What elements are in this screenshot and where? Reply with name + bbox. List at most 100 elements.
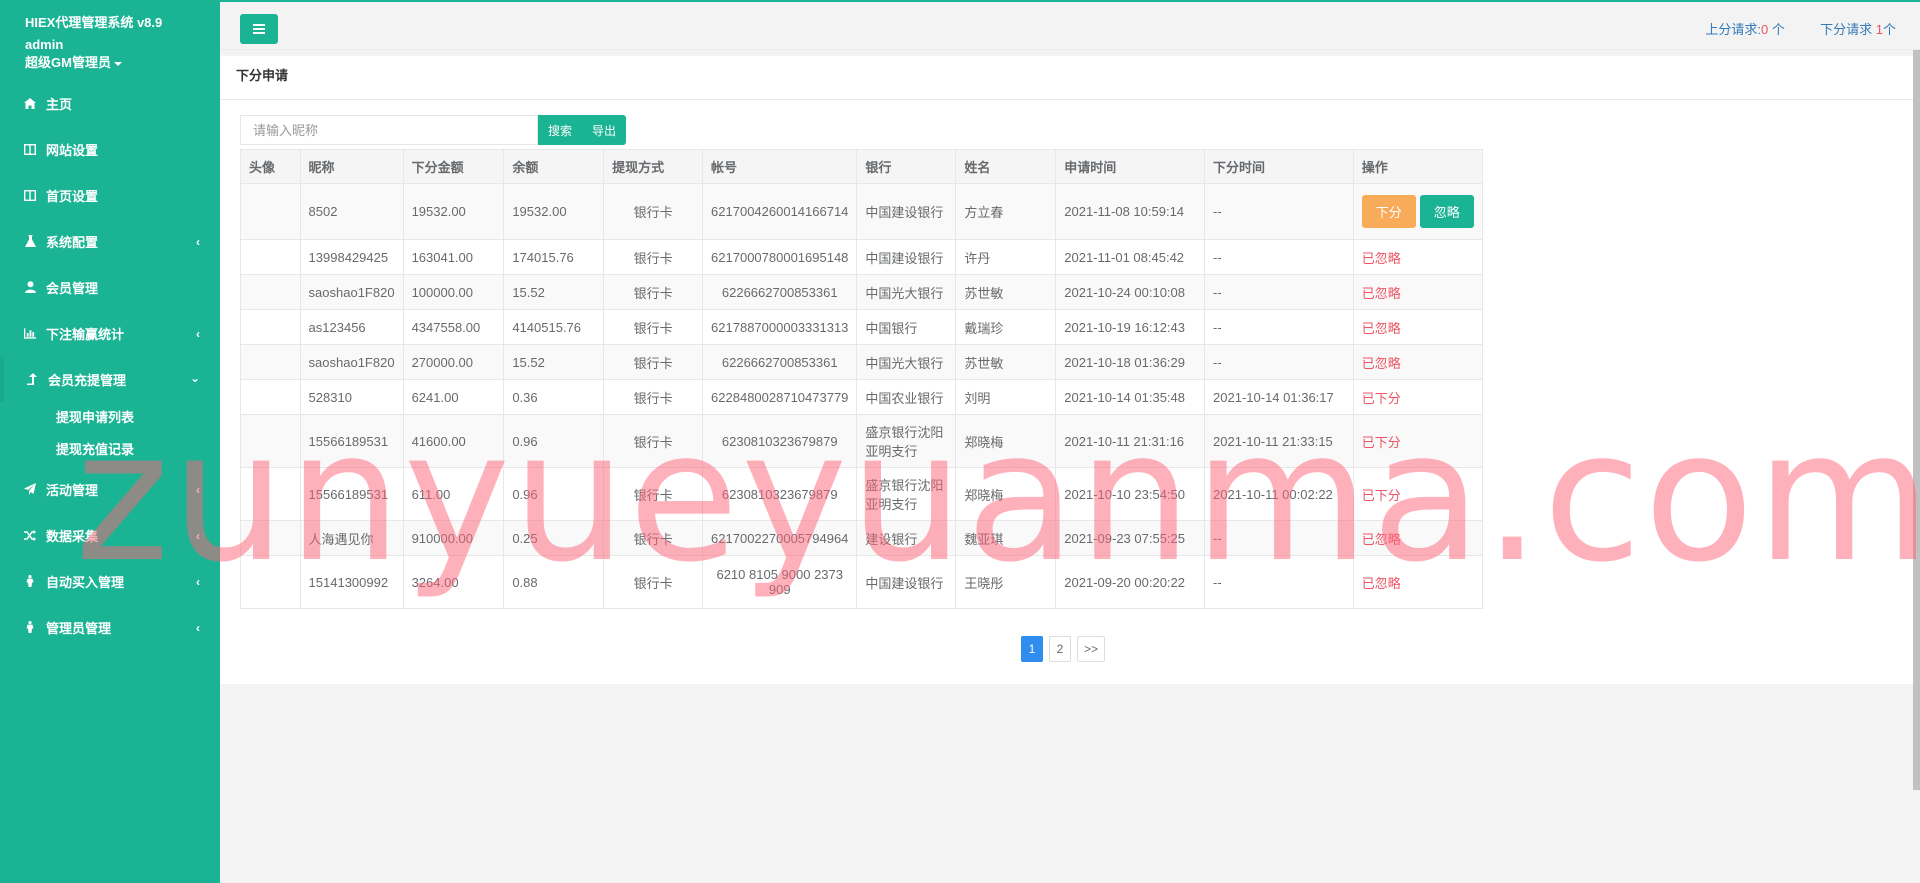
withdraw-table: 头像 昵称 下分金额 余额 提现方式 帐号 银行 姓名 申请时间 下分时间 操作… [240, 149, 1484, 609]
balance-cell: 0.25 [503, 520, 605, 556]
up-request-link[interactable]: 上分请求:0 个 [1705, 22, 1784, 37]
sidebar-item-label: 会员管理 [46, 280, 99, 296]
sidebar-item-label: 下注输赢统计 [46, 326, 125, 342]
down-request-link[interactable]: 下分请求 1个 [1820, 22, 1896, 37]
sidebar-toggle-button[interactable] [240, 14, 278, 44]
amount-cell: 3264.00 [402, 555, 505, 609]
nickname-cell: saoshao1F820 [299, 274, 404, 310]
random-icon [24, 529, 36, 541]
search-button[interactable]: 搜索 [538, 115, 583, 145]
role-label: 超级GM管理员 [25, 55, 111, 70]
sidebar-item-label: 首页设置 [46, 188, 99, 204]
bank-cell: 盛京银行沈阳亚明支行 [856, 467, 957, 521]
sidebar-item-auto-buy[interactable]: 自动买入管理 ‹ [0, 558, 220, 604]
method-cell: 银行卡 [603, 414, 704, 468]
done-time-cell: -- [1204, 344, 1354, 380]
done-time-cell: 2021-10-11 21:33:15 [1204, 414, 1354, 468]
sidebar-item-activities[interactable]: 活动管理 ‹ [0, 466, 220, 512]
column-header: 帐号 [702, 149, 858, 184]
status-cell: 已忽略 [1352, 309, 1484, 345]
approve-withdraw-button[interactable]: 下分 [1361, 195, 1416, 228]
search-input[interactable] [240, 115, 538, 145]
sidebar-item-data-collect[interactable]: 数据采集 ‹ [0, 512, 220, 558]
method-cell: 银行卡 [603, 274, 704, 310]
nickname-cell: saoshao1F820 [299, 344, 404, 380]
sidebar-item-system-config[interactable]: 系统配置 ‹ [0, 218, 220, 264]
chevron-left-icon: ‹ [196, 575, 200, 589]
apply-time-cell: 2021-11-01 08:45:42 [1055, 239, 1206, 275]
nickname-cell: 8502 [299, 183, 404, 240]
chevron-left-icon: ‹ [196, 483, 200, 497]
apply-time-cell: 2021-10-11 21:31:16 [1055, 414, 1206, 468]
sidebar-item-deposit-withdraw[interactable]: 会员充提管理 ⌄ [0, 356, 220, 402]
up-request-label: 上分请求: [1705, 22, 1762, 37]
method-cell: 银行卡 [603, 555, 704, 609]
done-time-cell: -- [1204, 183, 1354, 240]
balance-cell: 15.52 [503, 274, 605, 310]
sidebar-item-members[interactable]: 会员管理 [0, 264, 220, 310]
column-header: 昵称 [299, 149, 404, 184]
down-request-unit: 个 [1882, 22, 1896, 37]
sidebar-item-label: 系统配置 [46, 234, 99, 250]
next-page-button[interactable]: >> [1077, 636, 1106, 662]
amount-cell: 4347558.00 [402, 309, 505, 345]
page-button-1[interactable]: 1 [1021, 636, 1043, 662]
account-cell: 6217887000003331313 [702, 309, 858, 345]
method-cell: 银行卡 [603, 520, 704, 556]
method-cell: 银行卡 [603, 379, 704, 415]
column-header: 姓名 [955, 149, 1057, 184]
table-row: saoshao1F820 270000.00 15.52 银行卡 6226662… [240, 344, 1484, 380]
nickname-cell: 13998429425 [299, 239, 404, 275]
apply-time-cell: 2021-10-19 16:12:43 [1055, 309, 1206, 345]
account-cell: 6217000780001695148 [702, 239, 858, 275]
method-cell: 银行卡 [603, 183, 704, 240]
role-dropdown[interactable]: 超级GM管理员 [25, 54, 220, 72]
sidebar-subitem-withdraw-list[interactable]: 提现申请列表 [0, 402, 220, 434]
columns-icon [24, 189, 36, 201]
user-icon [24, 281, 36, 293]
sidebar-item-home-settings[interactable]: 首页设置 [0, 172, 220, 218]
apply-time-cell: 2021-11-08 10:59:14 [1055, 183, 1206, 240]
table-row: as123456 4347558.00 4140515.76 银行卡 62178… [240, 309, 1484, 345]
table-row: 15141300992 3264.00 0.88 银行卡 6210 8105 9… [240, 555, 1484, 609]
sidebar-item-bet-stats[interactable]: 下注输赢统计 ‹ [0, 310, 220, 356]
sidebar-item-home[interactable]: 主页 [0, 80, 220, 126]
bank-cell: 中国银行 [856, 309, 957, 345]
column-header: 银行 [856, 149, 957, 184]
avatar-cell [240, 555, 301, 609]
name-cell: 王晓彤 [955, 555, 1057, 609]
bank-cell: 中国建设银行 [856, 239, 957, 275]
column-header: 下分金额 [402, 149, 505, 184]
avatar-cell [240, 520, 301, 556]
export-button[interactable]: 导出 [582, 115, 627, 145]
nickname-cell: 15141300992 [299, 555, 404, 609]
page-scrollbar[interactable] [1913, 50, 1920, 790]
page-button-2[interactable]: 2 [1049, 636, 1071, 662]
column-header: 头像 [240, 149, 301, 184]
bank-cell: 中国光大银行 [856, 344, 957, 380]
search-bar: 搜索 导出 [240, 115, 627, 145]
account-cell: 6226662700853361 [702, 344, 858, 380]
balance-cell: 0.88 [503, 555, 605, 609]
table-row: 528310 6241.00 0.36 银行卡 6228480028710473… [240, 379, 1484, 415]
bank-cell: 盛京银行沈阳亚明支行 [856, 414, 957, 468]
down-request-label: 下分请求 [1820, 22, 1876, 37]
pagination: 1 2 >> [1021, 636, 1106, 662]
male-icon [24, 575, 36, 587]
balance-cell: 0.36 [503, 379, 605, 415]
sidebar-item-site-settings[interactable]: 网站设置 [0, 126, 220, 172]
done-time-cell: -- [1204, 520, 1354, 556]
name-cell: 郑晓梅 [955, 467, 1057, 521]
done-time-cell: -- [1204, 274, 1354, 310]
sidebar-item-admins[interactable]: 管理员管理 ‹ [0, 604, 220, 650]
sidebar-subitem-withdraw-records[interactable]: 提现充值记录 [0, 434, 220, 466]
chevron-left-icon: ‹ [196, 621, 200, 635]
chevron-left-icon: ‹ [196, 529, 200, 543]
column-header: 提现方式 [603, 149, 704, 184]
ignore-button[interactable]: 忽略 [1419, 195, 1474, 228]
apply-time-cell: 2021-09-23 07:55:25 [1055, 520, 1206, 556]
apply-time-cell: 2021-09-20 00:20:22 [1055, 555, 1206, 609]
status-cell: 已忽略 [1352, 274, 1484, 310]
chevron-down-icon: ⌄ [189, 371, 200, 385]
name-cell: 刘明 [955, 379, 1057, 415]
